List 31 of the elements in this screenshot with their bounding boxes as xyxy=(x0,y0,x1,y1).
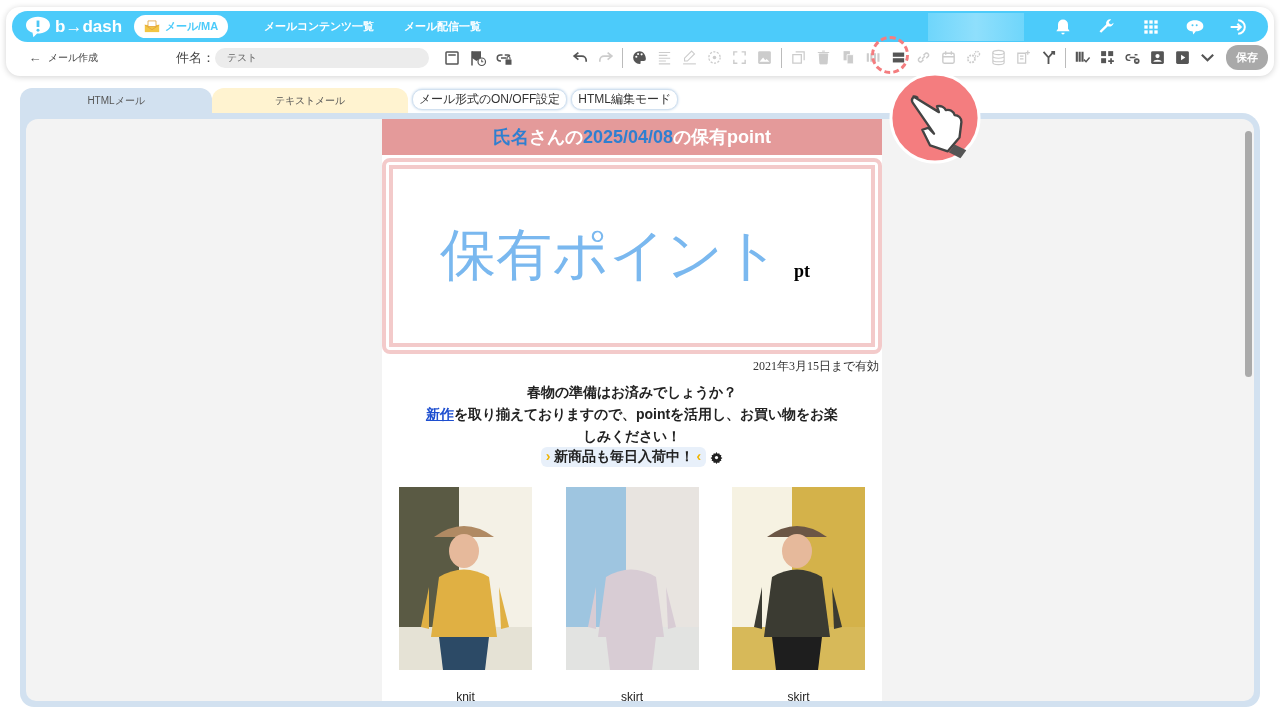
subject-field[interactable]: テスト xyxy=(215,47,429,68)
product-label: skirt xyxy=(787,690,810,701)
mode-button[interactable]: HTML編集モード xyxy=(571,89,678,110)
back-button[interactable]: ← xyxy=(22,50,48,65)
subject-label: 件名： xyxy=(176,48,215,67)
editor-tab[interactable]: テキストメール xyxy=(212,88,408,113)
palette-icon[interactable] xyxy=(631,49,648,66)
window-icon[interactable] xyxy=(443,48,461,67)
flag-clock-icon[interactable] xyxy=(469,48,487,67)
points-label: 保有ポイント xyxy=(440,221,780,289)
product-label: skirt xyxy=(621,690,643,701)
branch-icon[interactable] xyxy=(1040,49,1057,66)
validity-text: 2021年3月15日まで有効 xyxy=(753,359,879,373)
promo-badge: › 新商品も毎日入荷中！ ‹ xyxy=(540,447,707,467)
contact-icon[interactable] xyxy=(1149,49,1166,66)
points-unit: pt xyxy=(794,260,810,282)
widgets-icon[interactable] xyxy=(1099,49,1116,66)
page-title: メール作成 xyxy=(48,50,99,65)
product-label: knit xyxy=(456,690,475,701)
settings-icon[interactable] xyxy=(710,450,724,464)
email-heading: 氏名 さんの2025/04/08の保有point xyxy=(382,119,882,155)
message-text: 春物の準備はお済みでしょうか？ 新作を取り揃えておりますので、pointを活用し、お買い物をお楽しみください！ xyxy=(424,383,840,446)
play-icon[interactable] xyxy=(1174,49,1191,66)
editor-tab[interactable]: HTMLメール xyxy=(20,88,212,113)
scrollbar[interactable] xyxy=(1242,119,1254,701)
message-link[interactable]: 新作 xyxy=(425,406,454,422)
mode-button[interactable]: メール形式のON/OFF設定 xyxy=(412,89,568,110)
logo-icon xyxy=(24,14,52,39)
logout-icon[interactable] xyxy=(1229,16,1249,37)
logo-text: b→dash xyxy=(55,16,123,37)
mailbox-icon xyxy=(144,20,160,33)
